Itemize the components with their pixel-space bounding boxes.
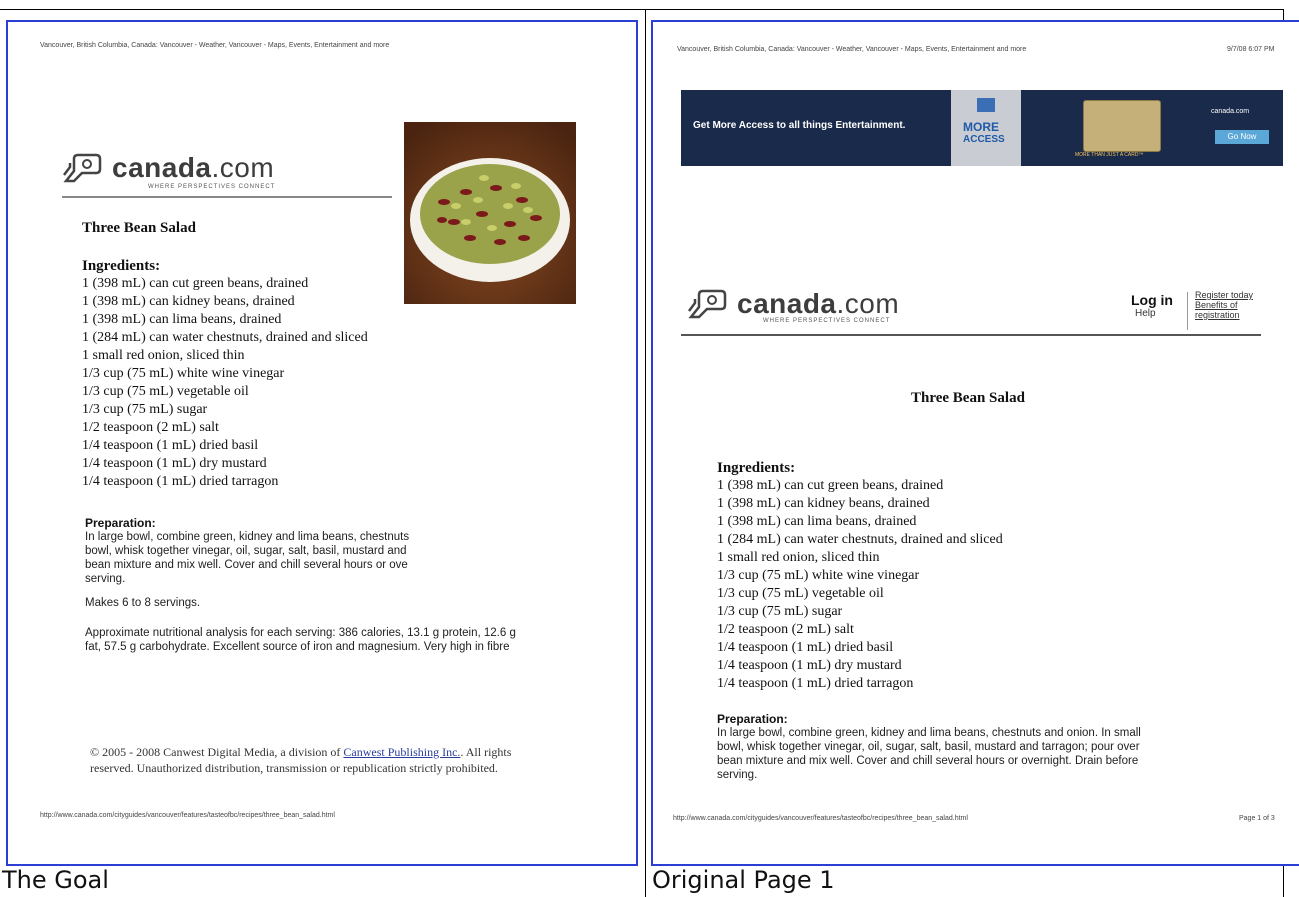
logo-tagline: WHERE PERSPECTIVES CONNECT xyxy=(763,318,891,324)
preparation-line: bowl, whisk together vinegar, oil, sugar… xyxy=(717,741,1140,753)
copyright-notice: © 2005 - 2008 Canwest Digital Media, a d… xyxy=(90,744,511,776)
list-item: 1 (284 mL) can water chestnuts, drained … xyxy=(82,330,368,345)
logo-word: canada xyxy=(112,152,212,183)
list-item: 1 (398 mL) can lima beans, drained xyxy=(82,312,282,327)
list-item: 1 (398 mL) can cut green beans, drained xyxy=(717,478,944,493)
gold-card-image xyxy=(1083,100,1161,152)
ingredients-heading: Ingredients: xyxy=(82,258,161,274)
list-item: 1/4 teaspoon (1 mL) dry mustard xyxy=(717,658,902,673)
amex-logo-icon xyxy=(977,98,995,112)
goal-logo-rule xyxy=(62,196,392,198)
list-item: 1/3 cup (75 mL) vegetable oil xyxy=(82,384,249,399)
list-item: 1 (284 mL) can water chestnuts, drained … xyxy=(717,532,1003,547)
list-item: 1/3 cup (75 mL) vegetable oil xyxy=(717,586,884,601)
ingredients-heading: Ingredients: xyxy=(717,460,796,476)
original-ingredients-block: Ingredients: 1 (398 mL) can cut green be… xyxy=(717,460,1003,693)
preparation-line: serving. xyxy=(85,573,126,585)
list-item: 1 (398 mL) can lima beans, drained xyxy=(717,514,917,529)
bean-salad-photo xyxy=(404,122,576,304)
nutrition-line: fat, 57.5 g carbohydrate. Excellent sour… xyxy=(85,641,510,653)
banner-card-tag: MORE THAN JUST A CARD™ xyxy=(1075,152,1144,158)
copyright-text-end: . All rights xyxy=(460,745,512,759)
speech-bubble-logo-icon xyxy=(63,153,102,183)
original-logo-rule xyxy=(681,334,1261,336)
preparation-line: bean mixture and mix well. Cover and chi… xyxy=(717,755,1139,767)
logo-suffix: .com xyxy=(836,288,900,319)
original-footer-url: http://www.canada.com/cityguides/vancouv… xyxy=(673,815,968,822)
banner-access: ACCESS xyxy=(963,134,1005,145)
copyright-text: © 2005 - 2008 Canwest Digital Media, a d… xyxy=(90,745,344,759)
login-divider xyxy=(1187,292,1188,330)
help-link[interactable]: Help xyxy=(1135,308,1173,319)
list-item: 1/3 cup (75 mL) sugar xyxy=(82,402,208,417)
page-number: Page 1 of 3 xyxy=(1239,815,1275,822)
banner-brand: canada.com xyxy=(1211,108,1250,115)
caption-the-goal: The Goal xyxy=(2,866,109,894)
original-recipe-title: Three Bean Salad xyxy=(911,390,1025,406)
list-item: 1 (398 mL) can cut green beans, drained xyxy=(82,276,309,291)
banner-more: MORE xyxy=(963,120,999,134)
list-item: 1 (398 mL) can kidney beans, drained xyxy=(82,294,295,309)
list-item: 1/4 teaspoon (1 mL) dried tarragon xyxy=(82,474,279,489)
frame-top-line xyxy=(0,9,1283,10)
preparation-line: In large bowl, combine green, kidney and… xyxy=(717,727,1141,739)
goal-page-header: Vancouver, British Columbia, Canada: Van… xyxy=(40,42,390,49)
copyright-line-2: reserved. Unauthorized distribution, tra… xyxy=(90,761,498,775)
goal-recipe-title: Three Bean Salad xyxy=(82,220,196,236)
list-item: 1/2 teaspoon (2 mL) salt xyxy=(717,622,854,637)
goal-preparation-block: Preparation: In large bowl, combine gree… xyxy=(85,516,435,586)
register-panel: Register today Benefits of registration xyxy=(1195,290,1265,320)
list-item: 1/3 cup (75 mL) sugar xyxy=(717,604,843,619)
preparation-line: serving. xyxy=(717,769,758,781)
list-item: 1/4 teaspoon (1 mL) dried tarragon xyxy=(717,676,914,691)
login-panel: Log in Help xyxy=(1131,292,1173,319)
list-item: 1 (398 mL) can kidney beans, drained xyxy=(717,496,930,511)
list-item: 1 small red onion, sliced thin xyxy=(82,348,245,363)
list-item: 1/4 teaspoon (1 mL) dried basil xyxy=(82,438,259,453)
register-today-link[interactable]: Register today xyxy=(1195,290,1265,300)
banner-more-access-box: MORE ACCESS xyxy=(951,90,1021,166)
preparation-line: In large bowl, combine green, kidney and… xyxy=(85,531,410,543)
goal-page-pane: Vancouver, British Columbia, Canada: Van… xyxy=(6,20,638,866)
banner-text: Get More Access to all things Entertainm… xyxy=(693,120,906,131)
logo-tagline: WHERE PERSPECTIVES CONNECT xyxy=(148,184,276,190)
goal-ingredients-block: Ingredients: 1 (398 mL) can cut green be… xyxy=(82,258,368,491)
goal-footer-url: http://www.canada.com/cityguides/vancouv… xyxy=(40,812,335,819)
preparation-heading: Preparation: xyxy=(85,516,156,530)
list-item: 1 small red onion, sliced thin xyxy=(717,550,880,565)
go-now-button[interactable]: Go Now xyxy=(1215,130,1269,144)
ingredients-list: 1 (398 mL) can cut green beans, drained … xyxy=(82,275,368,491)
speech-bubble-logo-icon xyxy=(688,289,727,319)
frame-mid-line xyxy=(645,9,646,897)
list-item: 1/4 teaspoon (1 mL) dried basil xyxy=(717,640,894,655)
caption-original-page: Original Page 1 xyxy=(652,866,835,894)
bean-bowl-image xyxy=(404,122,576,304)
original-preparation-block: Preparation: In large bowl, combine gree… xyxy=(717,712,1237,782)
original-page-pane: Vancouver, British Columbia, Canada: Van… xyxy=(651,20,1299,866)
preparation-heading: Preparation: xyxy=(717,712,788,726)
preparation-line: bowl, whisk together vinegar, oil, sugar… xyxy=(85,545,407,557)
nutrition-line: Approximate nutritional analysis for eac… xyxy=(85,627,516,639)
ingredients-list: 1 (398 mL) can cut green beans, drained … xyxy=(717,477,1003,693)
list-item: 1/3 cup (75 mL) white wine vinegar xyxy=(717,568,920,583)
preparation-line: bean mixture and mix well. Cover and chi… xyxy=(85,559,408,571)
ad-banner[interactable]: Get More Access to all things Entertainm… xyxy=(681,90,1283,166)
list-item: 1/4 teaspoon (1 mL) dry mustard xyxy=(82,456,267,471)
benefits-link[interactable]: Benefits of registration xyxy=(1195,300,1265,320)
print-timestamp: 9/7/08 6:07 PM xyxy=(1227,46,1275,53)
list-item: 1/3 cup (75 mL) white wine vinegar xyxy=(82,366,285,381)
list-item: 1/2 teaspoon (2 mL) salt xyxy=(82,420,219,435)
logo-suffix: .com xyxy=(211,152,275,183)
makes-servings: Makes 6 to 8 servings. xyxy=(85,597,201,609)
logo-word: canada xyxy=(737,288,837,319)
log-in-link[interactable]: Log in xyxy=(1131,292,1173,308)
original-canada-logo: canada.com WHERE PERSPECTIVES CONNECT xyxy=(685,282,1015,326)
goal-canada-logo: canada.com WHERE PERSPECTIVES CONNECT xyxy=(60,146,390,190)
canwest-publishing-link[interactable]: Canwest Publishing Inc. xyxy=(343,745,460,759)
original-page-header: Vancouver, British Columbia, Canada: Van… xyxy=(677,46,1027,53)
